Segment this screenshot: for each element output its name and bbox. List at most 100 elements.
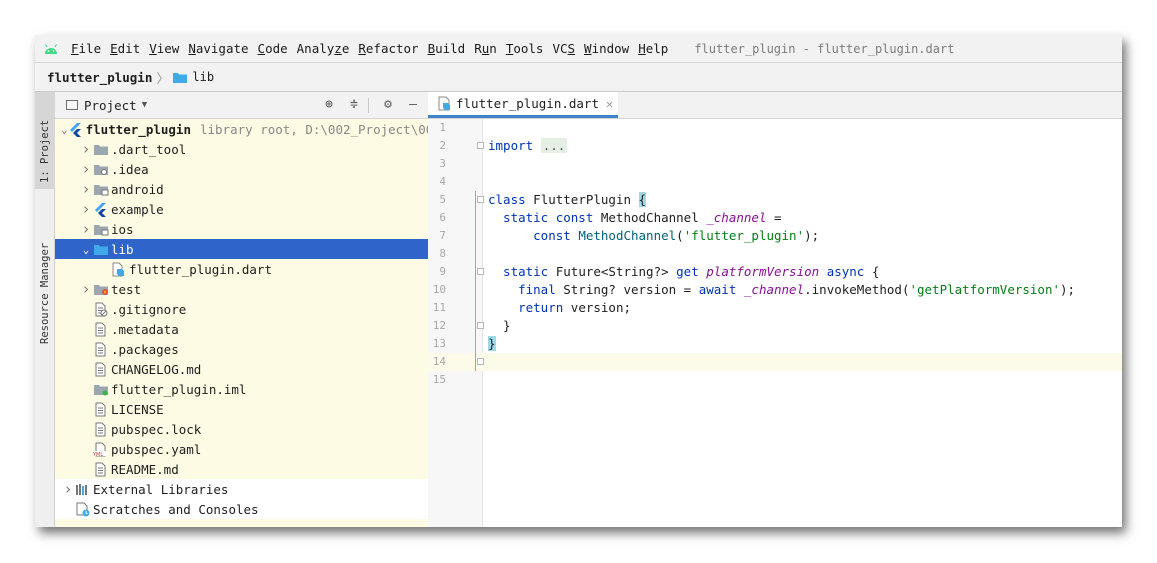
- dart-file-icon: [438, 96, 450, 111]
- code-line[interactable]: 9 static Future<String?> get platformVer…: [428, 263, 1122, 281]
- chevron-right-icon[interactable]: ›: [61, 480, 75, 498]
- tree-item-flutter-plugin-dart[interactable]: flutter_plugin.dart: [55, 259, 428, 279]
- menu-item[interactable]: Analyze: [297, 41, 350, 56]
- tree-item-example[interactable]: › example: [55, 199, 428, 219]
- hide-panel-icon[interactable]: —: [405, 97, 421, 113]
- code-line[interactable]: 14: [428, 353, 1122, 371]
- tree-item-flutter-plugin[interactable]: ⌄flutter_pluginlibrary root, D:\002_Proj…: [55, 119, 659, 139]
- menu-item[interactable]: Run: [474, 41, 497, 56]
- code-line[interactable]: 8: [428, 245, 1122, 263]
- code-line[interactable]: 2 import ...: [428, 137, 1122, 155]
- chevron-right-icon[interactable]: ›: [79, 180, 93, 198]
- tree-item-pubspec-lock[interactable]: pubspec.lock: [55, 419, 428, 439]
- chevron-right-icon[interactable]: ›: [79, 140, 93, 158]
- chevron-right-icon[interactable]: ›: [79, 160, 93, 178]
- code-line[interactable]: 1: [428, 119, 1122, 137]
- gear-icon[interactable]: ⚙: [380, 97, 396, 113]
- change-marker: [475, 263, 476, 281]
- code-line[interactable]: 4: [428, 173, 1122, 191]
- menu-item[interactable]: Edit: [110, 41, 140, 56]
- code-text: }: [488, 335, 496, 353]
- tree-item-test[interactable]: › test: [55, 279, 428, 299]
- line-number: 9: [439, 265, 446, 278]
- window-title: flutter_plugin - flutter_plugin.dart: [694, 41, 955, 56]
- tree-item-lib[interactable]: ⌄ lib: [55, 239, 428, 259]
- tree-item-pubspec-yaml[interactable]: YML pubspec.yaml: [55, 439, 428, 459]
- menu-item[interactable]: Refactor: [358, 41, 418, 56]
- change-marker: [475, 209, 476, 227]
- project-view-icon: [66, 100, 78, 110]
- tree-item-changelog-md[interactable]: CHANGELOG.md: [55, 359, 428, 379]
- project-tree: ⌄flutter_pluginlibrary root, D:\002_Proj…: [55, 119, 659, 519]
- fold-marker-icon[interactable]: [477, 268, 484, 275]
- code-line[interactable]: 13}: [428, 335, 1122, 353]
- code-token: class: [488, 192, 526, 207]
- tree-item-scratches-and-consoles[interactable]: Scratches and Consoles: [55, 499, 428, 519]
- resource-manager-tab[interactable]: Resource Manager: [35, 210, 55, 350]
- menu-item[interactable]: View: [149, 41, 179, 56]
- locate-file-icon[interactable]: ⊕: [321, 97, 337, 113]
- project-panel-header: Project ▼ ⊕ ≑ ⚙ —: [55, 92, 428, 119]
- menu-item[interactable]: Help: [638, 41, 668, 56]
- change-marker: [475, 245, 476, 263]
- tree-item-gitignore[interactable]: .gitignore: [55, 299, 428, 319]
- editor-tab[interactable]: flutter_plugin.dart ✕: [428, 92, 618, 118]
- fold-marker-icon[interactable]: [477, 322, 484, 329]
- code-line[interactable]: 6 static const MethodChannel _channel =: [428, 209, 1122, 227]
- chevron-down-icon[interactable]: ⌄: [79, 243, 93, 256]
- menu-item[interactable]: Code: [258, 41, 288, 56]
- fold-marker-icon[interactable]: [477, 358, 484, 365]
- code-line[interactable]: 5 class FlutterPlugin {: [428, 191, 1122, 209]
- chevron-right-icon[interactable]: ›: [79, 280, 93, 298]
- tree-item-license[interactable]: LICENSE: [55, 399, 428, 419]
- tree-item-label: LICENSE: [111, 401, 164, 417]
- chevron-right-icon[interactable]: ›: [79, 200, 93, 218]
- project-panel: Project ▼ ⊕ ≑ ⚙ — ⌄ flutter_plugin library…: [55, 92, 659, 527]
- chevron-down-icon[interactable]: ⌄: [61, 123, 68, 136]
- scratches-icon: [75, 502, 91, 517]
- code-line[interactable]: 3: [428, 155, 1122, 173]
- tree-item-ios[interactable]: › ios: [55, 219, 428, 239]
- tree-item-external-libraries[interactable]: › External Libraries: [55, 479, 428, 499]
- dropdown-caret-icon[interactable]: ▼: [142, 100, 147, 110]
- fold-marker-icon[interactable]: [477, 196, 484, 203]
- menu-item[interactable]: VCS: [552, 41, 575, 56]
- project-tool-tab[interactable]: 1: Project: [35, 92, 55, 189]
- tree-item-android[interactable]: › android: [55, 179, 428, 199]
- code-token: MethodChannel: [578, 228, 677, 243]
- close-icon[interactable]: ✕: [606, 97, 613, 111]
- menu-item[interactable]: Build: [428, 41, 466, 56]
- code-line[interactable]: 15: [428, 371, 1122, 389]
- breadcrumb-folder[interactable]: lib: [192, 70, 214, 84]
- tree-item-readme-md[interactable]: README.md: [55, 459, 428, 479]
- folder-icon: [93, 142, 109, 156]
- tree-item-packages[interactable]: .packages: [55, 339, 428, 359]
- file-icon: [93, 342, 109, 357]
- left-tool-stripe: 1: Project Resource Manager: [35, 92, 55, 527]
- menu-item[interactable]: File: [71, 41, 101, 56]
- menu-mnemonic: T: [505, 41, 514, 56]
- chevron-right-icon[interactable]: ›: [79, 220, 93, 238]
- code-line[interactable]: 7 const MethodChannel('flutter_plugin');: [428, 227, 1122, 245]
- menu-item[interactable]: Window: [584, 41, 629, 56]
- collapse-all-icon[interactable]: ≑: [346, 97, 362, 113]
- code-line[interactable]: 11 return version;: [428, 299, 1122, 317]
- tree-item-label: pubspec.yaml: [111, 441, 202, 457]
- code-text: final String? version = await _channel.i…: [488, 281, 1075, 299]
- code-line[interactable]: 10 final String? version = await _channe…: [428, 281, 1122, 299]
- menu-item[interactable]: Tools: [506, 41, 544, 56]
- code-area[interactable]: 1 2 import ... 3 4 5 class FlutterPlugin {6 st…: [428, 119, 1122, 389]
- breadcrumb-project[interactable]: flutter_plugin: [47, 70, 152, 85]
- project-view-selector[interactable]: Project: [84, 98, 137, 113]
- tree-item-flutter-plugin-iml[interactable]: flutter_plugin.iml: [55, 379, 428, 399]
- tree-item-metadata[interactable]: .metadata: [55, 319, 428, 339]
- menu-item[interactable]: Navigate: [188, 41, 248, 56]
- tree-item-idea[interactable]: › .idea: [55, 159, 428, 179]
- dart-file-icon: [111, 262, 127, 277]
- tree-item-dart-tool[interactable]: › .dart_tool: [55, 139, 428, 159]
- line-number: 12: [432, 319, 446, 332]
- fold-marker-icon[interactable]: [477, 142, 484, 149]
- tree-item-label: CHANGELOG.md: [111, 361, 202, 377]
- code-line[interactable]: 12 }: [428, 317, 1122, 335]
- menu-mnemonic: u: [481, 41, 490, 56]
